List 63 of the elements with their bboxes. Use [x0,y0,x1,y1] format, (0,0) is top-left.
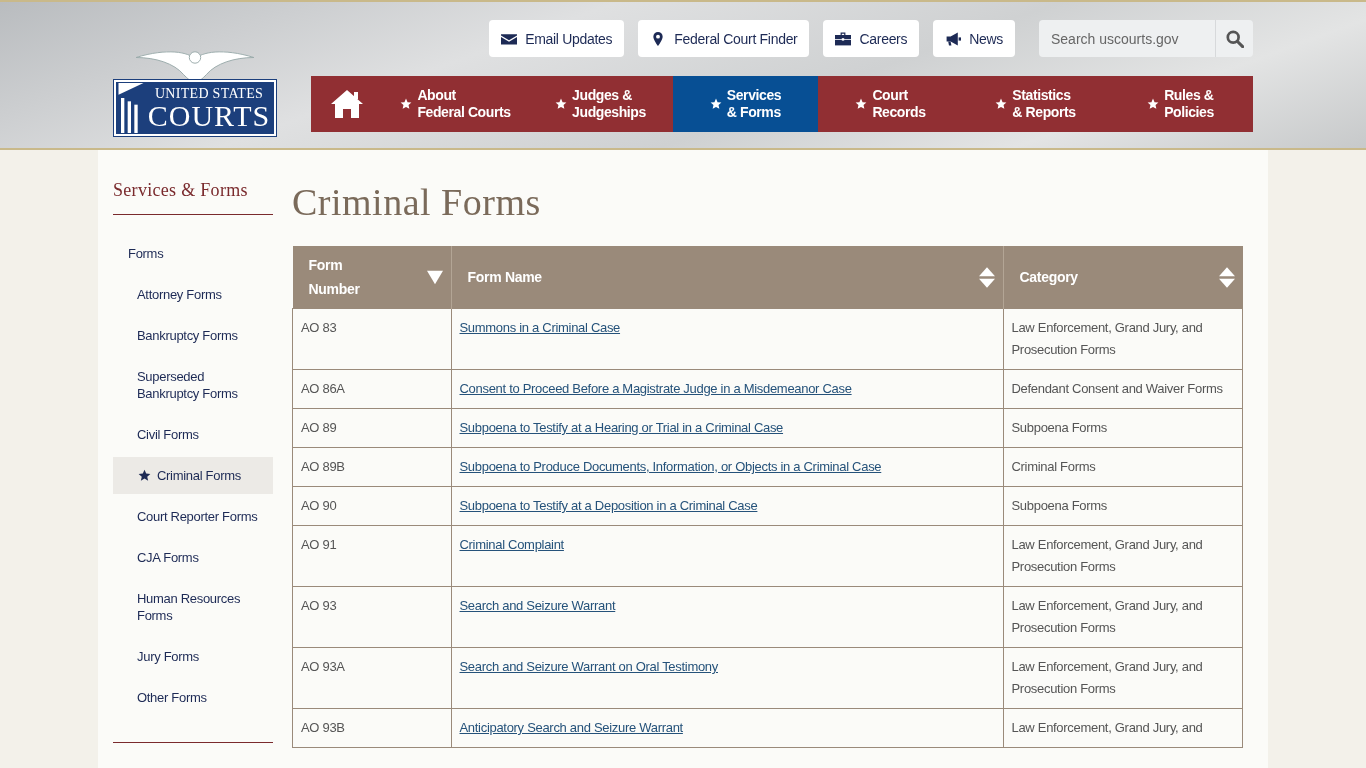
table-cell: Law Enforcement, Grand Jury, and Prosecution Forms [1011,659,1203,696]
sidebar-item[interactable]: Attorney Forms [113,280,273,309]
form-link[interactable]: Search and Seizure Warrant on Oral Testimony [459,659,718,674]
table-cell: Law Enforcement, Grand Jury, and [1011,720,1203,735]
form-link[interactable]: Summons in a Criminal Case [459,320,621,335]
table-cell: AO 93B [301,720,345,735]
sidebar-item[interactable]: Criminal Forms [113,457,273,494]
form-link[interactable]: Criminal Complaint [459,537,564,552]
courthouse-icon [118,83,144,133]
table-cell: AO 83 [301,320,337,335]
search-field[interactable]: Search uscourts.gov [1039,20,1215,57]
megaphone-icon [945,31,962,46]
table-cell: AO 90 [301,498,337,513]
briefcase-icon [835,31,852,46]
table-cell: Subpoena Forms [1011,498,1108,513]
table-cell: Law Enforcement, Grand Jury, and Prosecution Forms [1011,537,1203,574]
star-icon [1147,98,1160,110]
nav-tab[interactable]: About Federal Courts [383,76,528,132]
star-icon [555,98,568,110]
table-cell: AO 93A [301,659,345,674]
sidebar-item[interactable]: Other Forms [113,683,273,712]
table-cell: AO 89B [301,459,345,474]
star-icon [709,98,722,110]
table-cell: AO 91 [301,537,337,552]
sidebar-title: Services & Forms [113,180,273,215]
utility-link[interactable]: Careers [823,20,920,57]
sidebar-item[interactable]: Superseded Bankruptcy Forms [113,362,273,408]
table-cell: Defendant Consent and Waiver Forms [1011,381,1223,396]
table-cell: Subpoena Forms [1011,420,1108,435]
page-title: Criminal Forms [292,180,542,224]
nav-tab[interactable]: Services & Forms [673,76,818,132]
sidebar-item[interactable]: Civil Forms [113,420,273,449]
nav-tab[interactable]: Court Records [818,76,963,132]
envelope-icon [501,31,518,46]
sidebar-item[interactable]: Human Resources Forms [113,584,273,630]
sidebar-item[interactable]: Jury Forms [113,642,273,671]
table-cell: Criminal Forms [1011,459,1096,474]
star-icon [400,98,413,110]
search-button[interactable] [1215,20,1253,57]
utility-link[interactable]: Email Updates [489,20,625,57]
home-icon [331,90,363,118]
utility-link[interactable]: Federal Court Finder [638,20,810,57]
nav-tab[interactable]: Judges & Judgeships [528,76,673,132]
table-cell: AO 93 [301,598,337,613]
sidebar-item[interactable]: Forms [113,239,273,268]
table-cell: AO 86A [301,381,345,396]
search-icon [1225,29,1244,48]
form-link[interactable]: Search and Seizure Warrant [459,598,616,613]
table-cell: Law Enforcement, Grand Jury, and Prosecution Forms [1011,320,1203,357]
form-link[interactable]: Anticipatory Search and Seizure Warrant [459,720,683,735]
star-icon [138,469,151,482]
star-icon [855,98,868,110]
logo-text: COURTS [147,100,271,131]
sidebar-item[interactable]: Bankruptcy Forms [113,321,273,350]
nav-tab[interactable]: Statistics & Reports [963,76,1108,132]
nav-tab[interactable]: Rules & Policies [1108,76,1253,132]
table-cell: Law Enforcement, Grand Jury, and Prosecution Forms [1011,598,1203,635]
sidebar-item[interactable]: CJA Forms [113,543,273,572]
star-icon [995,98,1008,110]
table-cell: AO 89 [301,420,337,435]
logo-text: UNITED STATES [154,85,264,101]
sidebar-item[interactable]: Court Reporter Forms [113,502,273,531]
utility-link[interactable]: News [933,20,1015,57]
